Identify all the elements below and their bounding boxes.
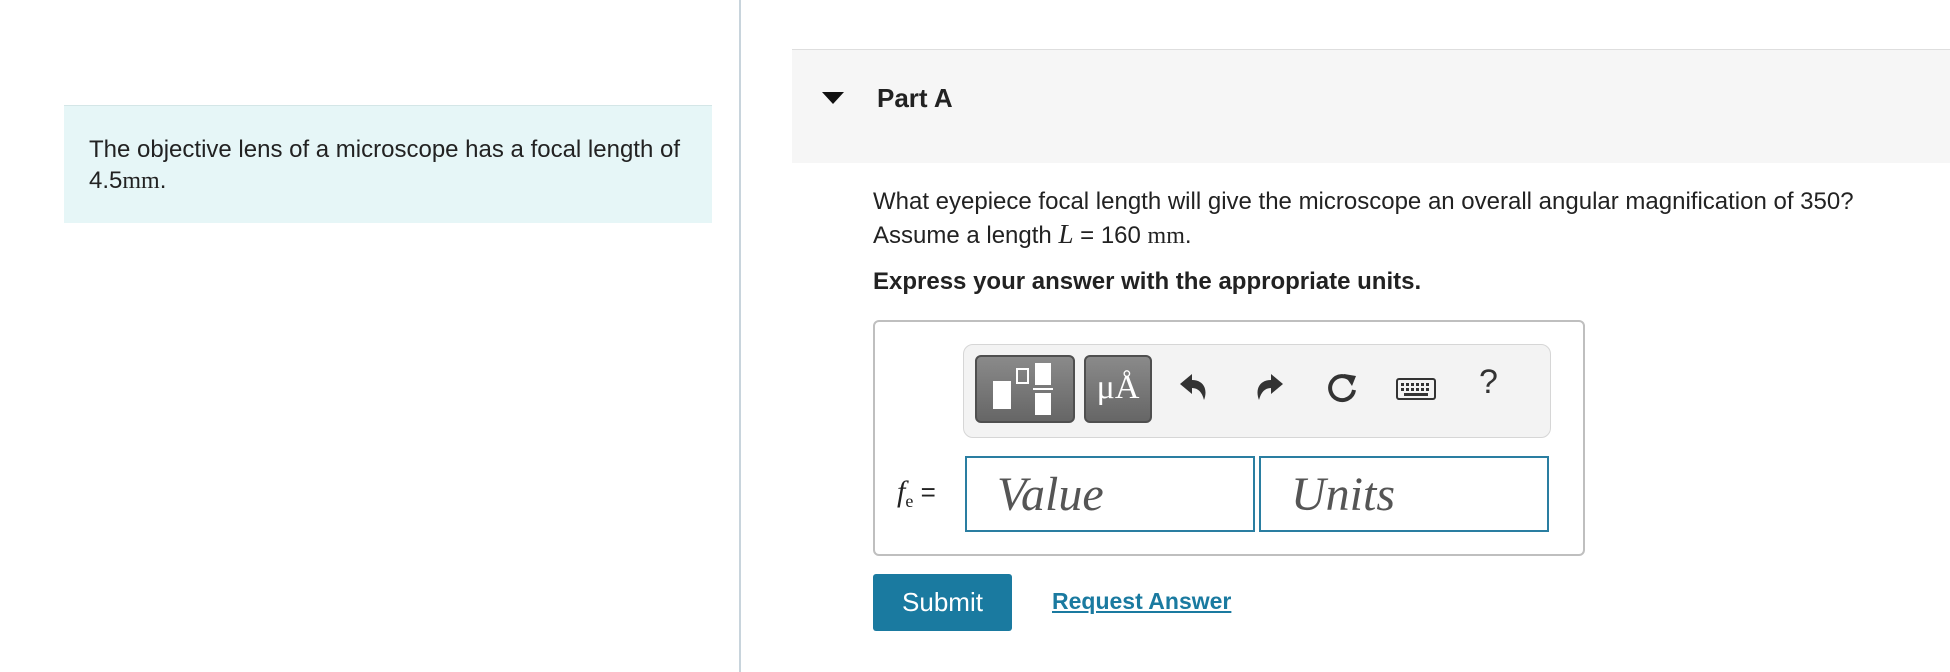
redo-icon[interactable]	[1249, 368, 1289, 408]
problem-unit: mm	[122, 168, 160, 194]
submit-button[interactable]: Submit	[873, 574, 1012, 631]
units-icon: μÅ	[1096, 369, 1140, 406]
part-header[interactable]: Part A	[792, 49, 1950, 163]
problem-text: The objective lens of a microscope has a…	[89, 136, 680, 194]
answer-subscript: e	[905, 491, 914, 512]
question-line-1: What eyepiece focal length will give the…	[873, 188, 1854, 215]
value-input[interactable]	[965, 456, 1255, 532]
left-column: The objective lens of a microscope has a…	[0, 0, 740, 672]
column-divider	[739, 0, 741, 672]
answer-box: μÅ ? fe =	[873, 320, 1585, 556]
request-answer-link[interactable]: Request Answer	[1052, 588, 1231, 615]
units-button[interactable]: μÅ	[1084, 355, 1152, 423]
undo-icon[interactable]	[1174, 368, 1214, 408]
equals-sign: =	[920, 477, 936, 507]
units-input[interactable]	[1259, 456, 1549, 532]
problem-period: .	[159, 167, 167, 194]
math-toolbar: μÅ ?	[963, 344, 1551, 438]
question-line-2: Assume a length L = 160 mm.	[873, 219, 1192, 249]
collapse-caret-icon[interactable]	[821, 90, 845, 106]
templates-button[interactable]	[975, 355, 1075, 423]
answer-instruction: Express your answer with the appropriate…	[873, 268, 1422, 295]
length-unit: mm	[1147, 223, 1185, 249]
keyboard-icon[interactable]	[1394, 368, 1438, 408]
answer-label: fe =	[897, 475, 936, 512]
templates-icon	[993, 363, 1053, 415]
length-variable: L	[1058, 219, 1074, 249]
part-title: Part A	[877, 83, 953, 113]
reset-icon[interactable]	[1322, 368, 1362, 408]
question-text: What eyepiece focal length will give the…	[873, 185, 1943, 253]
help-icon[interactable]: ?	[1479, 363, 1498, 402]
problem-statement: The objective lens of a microscope has a…	[64, 105, 712, 223]
